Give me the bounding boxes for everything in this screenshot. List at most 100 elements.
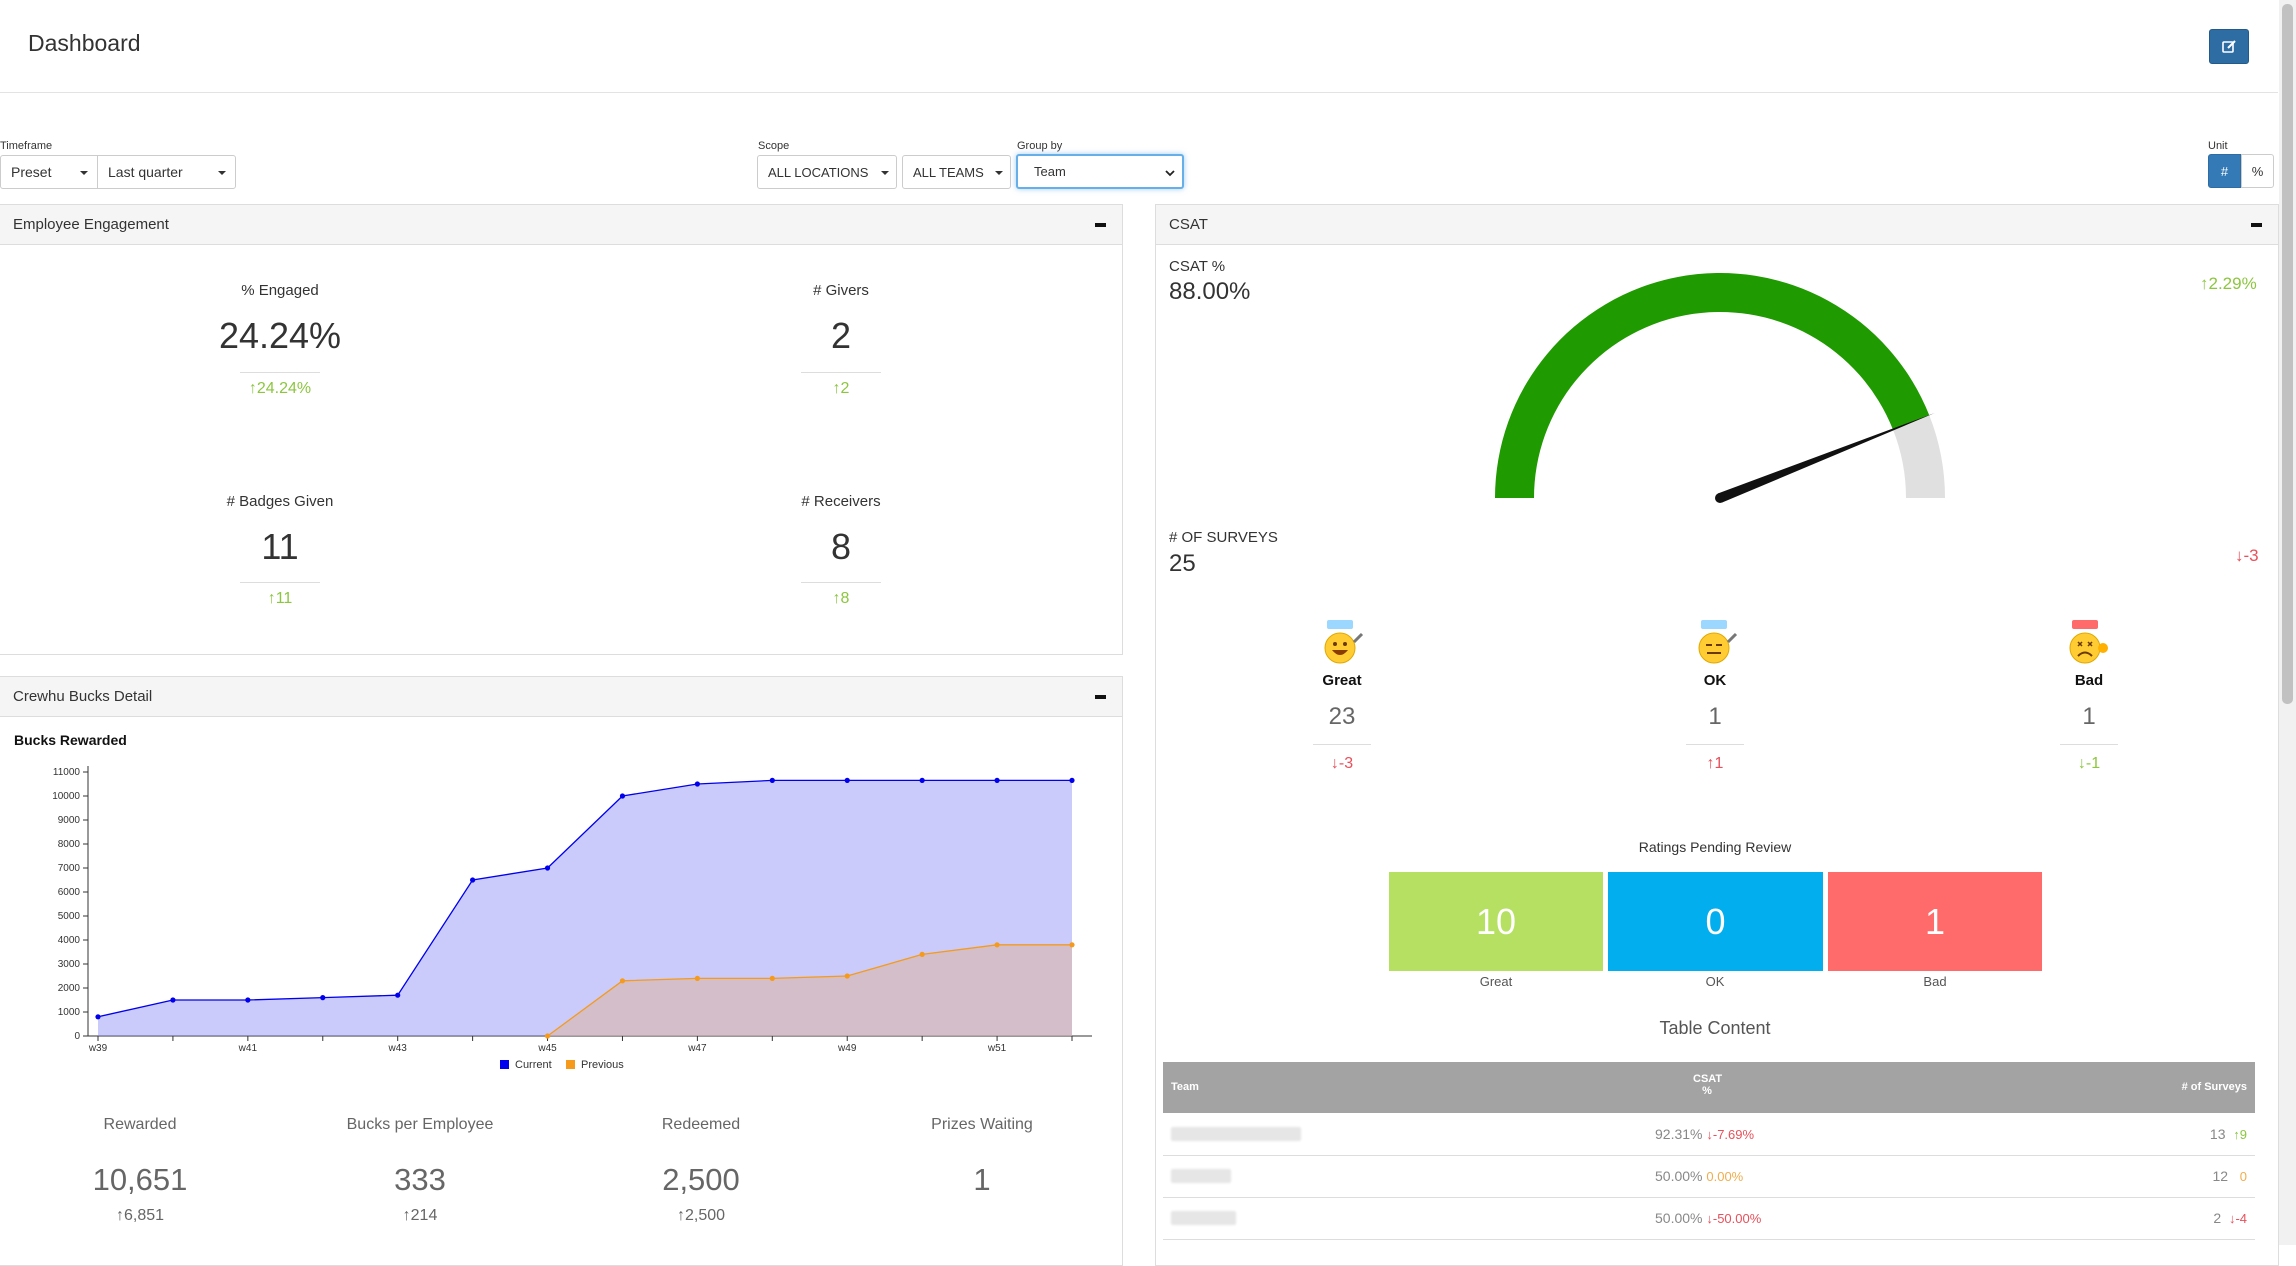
teams-dropdown[interactable]: ALL TEAMS bbox=[902, 155, 1011, 189]
chevron-down-icon bbox=[881, 171, 889, 175]
table-row[interactable]: 50.00% 0.00% 12 0 bbox=[1163, 1156, 2255, 1198]
y-tick-label: 1000 bbox=[58, 1007, 81, 1018]
panel-header: Employee Engagement bbox=[0, 205, 1122, 245]
data-point bbox=[694, 781, 700, 787]
csat-delta: ↓-50.00% bbox=[1706, 1211, 1762, 1226]
arrow-down-icon: ↓ bbox=[1330, 755, 1339, 772]
summary-label: Prizes Waiting bbox=[931, 1116, 1033, 1133]
data-point bbox=[844, 777, 850, 783]
x-tick-label: w41 bbox=[238, 1043, 258, 1054]
arrow-down-icon: ↓ bbox=[2077, 755, 2086, 772]
page-scrollbar[interactable] bbox=[2279, 0, 2296, 1245]
face-count: 23 bbox=[1328, 703, 1356, 730]
stat-value: 11 bbox=[261, 526, 299, 567]
table-row[interactable]: 50.00% ↓-50.00% 2 ↓-4 bbox=[1163, 1198, 2255, 1240]
data-point bbox=[994, 942, 1000, 948]
timeframe-preset-value: Preset bbox=[11, 164, 52, 180]
teams-value: ALL TEAMS bbox=[913, 164, 984, 180]
y-tick-label: 7000 bbox=[58, 863, 81, 874]
legend-label: Previous bbox=[581, 1059, 624, 1071]
arrow-up-icon: ↑ bbox=[248, 380, 257, 397]
pending-great-box[interactable]: 10 bbox=[1389, 872, 1603, 971]
surveys-column-header[interactable]: # of Surveys bbox=[2182, 1081, 2247, 1093]
y-tick-label: 5000 bbox=[58, 911, 81, 922]
panel-title: CSAT bbox=[1169, 216, 1208, 233]
stat-label: # Badges Given bbox=[226, 493, 334, 510]
summary-label: Bucks per Employee bbox=[346, 1116, 494, 1133]
face-count: 1 bbox=[1708, 703, 1722, 730]
data-point bbox=[544, 1033, 551, 1039]
timeframe-period-value: Last quarter bbox=[108, 164, 183, 180]
divider bbox=[2060, 744, 2118, 745]
y-tick-label: 2000 bbox=[58, 983, 81, 994]
group-by-select[interactable]: Team bbox=[1016, 154, 1184, 189]
pending-label: Bad bbox=[1923, 974, 1947, 989]
csat-gauge bbox=[1495, 273, 1945, 503]
csat-delta: 0.00% bbox=[1706, 1169, 1744, 1184]
legend-label: Current bbox=[515, 1059, 552, 1071]
pending-bad-box[interactable]: 1 bbox=[1828, 872, 2042, 971]
x-tick-label: w45 bbox=[537, 1043, 557, 1054]
data-point bbox=[320, 995, 326, 1001]
arrow-up-icon: ↑ bbox=[402, 1207, 411, 1224]
top-bar: Dashboard bbox=[0, 0, 2278, 93]
divider bbox=[240, 582, 320, 583]
timeframe-period-dropdown[interactable]: Last quarter bbox=[97, 155, 236, 189]
csat-cell: 50.00% 0.00% bbox=[1655, 1168, 1744, 1184]
unit-percent-button[interactable]: % bbox=[2241, 154, 2274, 188]
stat-delta: ↑11 bbox=[267, 590, 293, 607]
y-tick-label: 8000 bbox=[58, 839, 81, 850]
data-point bbox=[919, 777, 925, 783]
data-point bbox=[919, 951, 925, 957]
arrow-down-icon: ↓ bbox=[2235, 546, 2244, 565]
csat-delta: ↓-7.69% bbox=[1706, 1127, 1755, 1142]
divider bbox=[801, 372, 881, 373]
x-tick-label: w51 bbox=[987, 1043, 1007, 1054]
scrollbar-thumb[interactable] bbox=[2282, 4, 2293, 704]
summary-label: Rewarded bbox=[103, 1116, 177, 1133]
team-column-header[interactable]: Team bbox=[1171, 1081, 1199, 1093]
surveys-delta: ↑9 bbox=[2233, 1127, 2247, 1142]
stat-value: 24.24% bbox=[218, 315, 342, 356]
table-row[interactable]: 92.31% ↓-7.69% 13 ↑9 bbox=[1163, 1114, 2255, 1156]
collapse-icon[interactable] bbox=[1095, 223, 1106, 227]
data-point bbox=[470, 877, 476, 883]
collapse-icon[interactable] bbox=[2251, 223, 2262, 227]
chart-title: Bucks Rewarded bbox=[14, 732, 127, 748]
surveys-delta: 0 bbox=[2239, 1169, 2247, 1184]
table-title: Table Content bbox=[1659, 1018, 1771, 1038]
data-point bbox=[95, 1014, 101, 1020]
divider bbox=[1313, 744, 1371, 745]
surveys-cell: 12 0 bbox=[2212, 1168, 2247, 1184]
data-point bbox=[245, 997, 251, 1003]
data-point bbox=[544, 865, 551, 871]
unit-label: Unit bbox=[2208, 140, 2228, 152]
chevron-down-icon bbox=[1165, 170, 1175, 177]
data-point bbox=[170, 997, 176, 1003]
csat-pct-label: CSAT % bbox=[1169, 258, 1226, 275]
edit-dashboard-button[interactable] bbox=[2209, 29, 2249, 64]
locations-dropdown[interactable]: ALL LOCATIONS bbox=[757, 155, 897, 189]
edit-icon bbox=[2222, 39, 2236, 53]
surveys-cell: 13 ↑9 bbox=[2209, 1126, 2247, 1142]
pending-ok-box[interactable]: 0 bbox=[1608, 872, 1823, 971]
summary-delta: ↑214 bbox=[402, 1207, 438, 1224]
group-by-label: Group by bbox=[1017, 140, 1063, 152]
arrow-up-icon: ↑ bbox=[2200, 274, 2209, 293]
data-point bbox=[994, 777, 1000, 783]
timeframe-preset-dropdown[interactable]: Preset bbox=[0, 155, 98, 189]
unit-count-button[interactable]: # bbox=[2208, 154, 2241, 188]
group-by-value: Team bbox=[1034, 164, 1066, 179]
data-point bbox=[619, 978, 626, 984]
face-label: Great bbox=[1322, 672, 1362, 689]
csat-column-header[interactable]: CSAT % bbox=[1693, 1073, 1722, 1097]
summary-delta: ↑6,851 bbox=[115, 1207, 165, 1224]
data-point bbox=[694, 975, 700, 981]
bucks-rewarded-chart: 0 1000 2000 3000 4000 5000 6000 7000 8000 9000 100… bbox=[52, 766, 1092, 1071]
y-tick-label: 0 bbox=[74, 1031, 80, 1042]
y-tick-label: 4000 bbox=[58, 935, 81, 946]
collapse-icon[interactable] bbox=[1095, 695, 1106, 699]
gauge-track bbox=[1892, 415, 1945, 498]
arrow-up-icon: ↑ bbox=[832, 590, 841, 607]
face-label: Bad bbox=[2074, 672, 2104, 689]
